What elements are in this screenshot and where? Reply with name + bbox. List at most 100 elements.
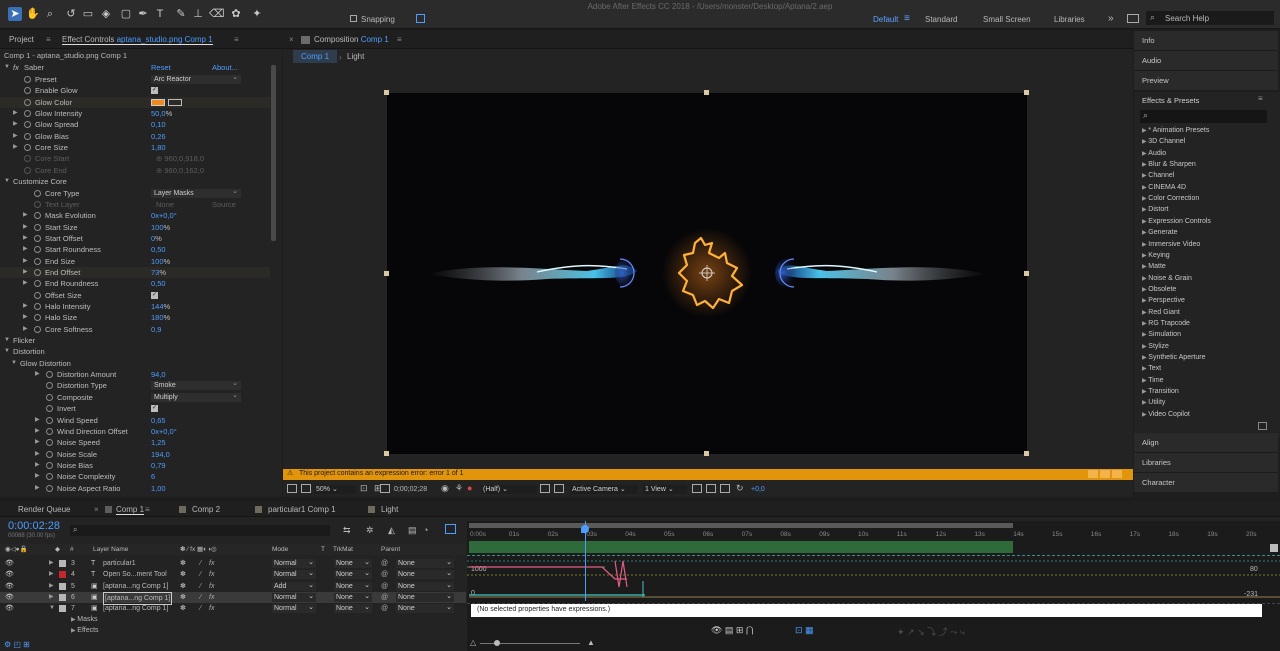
selection-tool-icon[interactable]: ➤	[8, 7, 22, 21]
composition-mini-flowchart-icon[interactable]: ⇆	[343, 525, 351, 536]
rotate-tool-icon[interactable]: ↺	[64, 7, 78, 21]
fast-preview-icon[interactable]	[540, 484, 550, 493]
fx-icon[interactable]: fx	[209, 592, 214, 603]
stopwatch-icon[interactable]	[34, 189, 41, 197]
close-icon[interactable]: ×	[94, 505, 99, 514]
expand-triangle-icon[interactable]: ▶	[23, 278, 28, 289]
property-value[interactable]: 144%	[151, 301, 170, 312]
property-value[interactable]: 0%	[151, 233, 162, 244]
effect-category[interactable]: ▶ Color Correction	[1142, 195, 1199, 202]
parent-dropdown[interactable]: None ⌄	[396, 592, 454, 602]
audio-panel[interactable]: Audio	[1134, 51, 1278, 71]
color-channel-icon[interactable]: ●	[467, 483, 472, 493]
expand-triangle-icon[interactable]: ▶	[49, 569, 54, 580]
expand-triangle-icon[interactable]: ▶	[35, 369, 40, 380]
property-value[interactable]: 0,9	[151, 324, 161, 335]
pickwhip-icon[interactable]: @	[381, 581, 388, 592]
property-core-type[interactable]: Core Type Layer Masks	[0, 187, 270, 199]
property-start-roundness[interactable]: ▶ Start Roundness 0,50	[0, 244, 270, 255]
effect-category[interactable]: ▶ Obsolete	[1142, 286, 1176, 293]
expand-triangle-icon[interactable]: ▶	[13, 142, 18, 153]
effect-category[interactable]: ▶ Text	[1142, 365, 1161, 372]
stopwatch-icon[interactable]	[34, 200, 41, 208]
pickwhip-icon[interactable]: @	[381, 592, 388, 603]
transform-handle[interactable]	[704, 451, 709, 456]
zoom-in-icon[interactable]: ▲	[587, 638, 595, 647]
visibility-eye-icon[interactable]: 👁	[5, 592, 14, 603]
property-dropdown[interactable]: Arc Reactor	[151, 73, 241, 84]
stopwatch-icon[interactable]	[46, 450, 53, 458]
stopwatch-icon[interactable]	[46, 393, 53, 401]
layer-label-color[interactable]	[59, 560, 66, 567]
frame-blending-icon[interactable]: ▤	[408, 525, 417, 536]
property-noise-aspect-ratio[interactable]: ▶ Noise Aspect Ratio 1,00	[0, 483, 270, 494]
expand-triangle-icon[interactable]: ▶	[35, 415, 40, 426]
zoom-dropdown[interactable]: 50% ⌄	[314, 485, 356, 494]
work-area-bar[interactable]	[469, 523, 1013, 528]
stopwatch-icon[interactable]	[24, 121, 31, 129]
pickwhip-icon[interactable]: @	[381, 603, 388, 614]
property-core-softness[interactable]: ▶ Core Softness 0,9	[0, 324, 270, 335]
expand-triangle-icon[interactable]: ▶	[23, 233, 28, 244]
effect-category[interactable]: ▶ Time	[1142, 377, 1164, 384]
visibility-eye-icon[interactable]: 👁	[5, 603, 14, 614]
layer-name[interactable]: [aptana...ng Comp 1]	[103, 603, 168, 614]
stopwatch-icon[interactable]	[24, 155, 31, 163]
left-panel-scrollbar[interactable]	[271, 65, 276, 241]
effects-group[interactable]: ▶ Effects	[71, 627, 99, 634]
property-value[interactable]: 50,0%	[151, 108, 172, 119]
timeline-search-field[interactable]: ⌕	[70, 525, 330, 536]
property-glow-intensity[interactable]: ▶ Glow Intensity 50,0%	[0, 108, 270, 119]
expand-triangle-icon[interactable]: ▶	[49, 592, 54, 603]
effect-category[interactable]: ▶ 3D Channel	[1142, 138, 1185, 145]
stopwatch-icon[interactable]	[24, 87, 31, 95]
effect-category[interactable]: ▶ Generate	[1142, 229, 1177, 236]
expand-triangle-icon[interactable]: ▼	[4, 62, 10, 73]
tab-comp2[interactable]: Comp 2	[192, 505, 220, 514]
blend-mode-dropdown[interactable]: Normal ⌄	[272, 570, 316, 580]
layer-label-color[interactable]	[59, 593, 66, 601]
property-end-offset[interactable]: ▶ End Offset 73%	[0, 266, 270, 278]
fx-icon[interactable]: fx	[209, 581, 214, 592]
collapse-icon[interactable]: ✽	[180, 592, 186, 603]
effect-tab-menu-icon[interactable]: ≡	[234, 35, 239, 44]
visibility-eye-icon[interactable]: 👁	[5, 581, 14, 592]
reset-exposure-icon[interactable]: ↻	[736, 483, 744, 494]
layer-name[interactable]: Open So...ment Tool	[103, 569, 167, 580]
property-glow-bias[interactable]: ▶ Glow Bias 0,26	[0, 131, 270, 142]
property-end-roundness[interactable]: ▶ End Roundness 0,50	[0, 278, 270, 289]
tab-project[interactable]: Project	[9, 35, 34, 44]
exposure-value[interactable]: +0,0	[751, 486, 765, 493]
expand-triangle-icon[interactable]: ▶	[23, 256, 28, 267]
property-value[interactable]: 180%	[151, 312, 170, 323]
expand-triangle-icon[interactable]: ▶	[23, 324, 28, 335]
blend-mode-dropdown[interactable]: Normal ⌄	[272, 592, 316, 602]
layer-row[interactable]: 👁 ▶ 3 Tparticular1 ✽ ⁄ fx Normal ⌄ None ⌄ @ None ⌄	[0, 558, 466, 569]
property-noise-speed[interactable]: ▶ Noise Speed 1,25	[0, 437, 270, 448]
effect-category[interactable]: ▶ Matte	[1142, 263, 1166, 270]
fx-icon[interactable]: fx	[209, 558, 214, 569]
stopwatch-icon[interactable]	[24, 76, 31, 83]
eyedropper-icon[interactable]	[168, 98, 182, 106]
zoom-tool-icon[interactable]: ⌕	[43, 7, 57, 21]
property-noise-complexity[interactable]: ▶ Noise Complexity 6	[0, 471, 270, 482]
expand-triangle-icon[interactable]: ▼	[4, 335, 10, 346]
stopwatch-icon[interactable]	[46, 382, 53, 390]
effect-category[interactable]: ▶ Red Giant	[1142, 309, 1180, 316]
blend-mode-dropdown[interactable]: Normal ⌄	[272, 604, 316, 614]
effect-category[interactable]: ▶ Stylize	[1142, 343, 1169, 350]
saber-effect-header[interactable]: ▼ fx Saber Reset About...	[0, 62, 270, 73]
zoom-out-icon[interactable]: △	[470, 638, 476, 647]
toggle-transparency-icon[interactable]	[554, 484, 564, 493]
color-swatch[interactable]	[151, 98, 165, 106]
effect-category[interactable]: ▶ Expression Controls	[1142, 218, 1211, 225]
workspace-standard[interactable]: Standard	[925, 15, 957, 24]
property-mask-evolution[interactable]: ▶ Mask Evolution 0x+0,0°	[0, 210, 270, 221]
trkmat-dropdown[interactable]: None ⌄	[334, 604, 372, 614]
warning-close-icon[interactable]	[1112, 470, 1122, 478]
masks-group[interactable]: ▶ Masks	[71, 616, 98, 623]
expand-triangle-icon[interactable]: ▶	[23, 301, 28, 312]
expand-triangle-icon[interactable]: ▶	[13, 108, 18, 119]
expand-triangle-icon[interactable]: ▶	[23, 312, 28, 323]
effect-category[interactable]: ▶ Channel	[1142, 172, 1174, 179]
